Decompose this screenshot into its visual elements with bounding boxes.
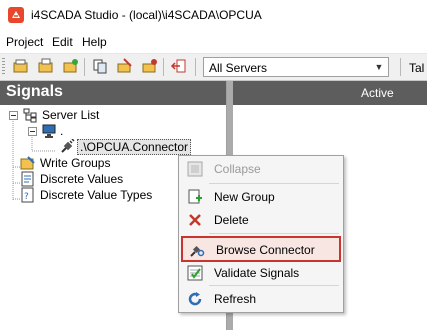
new-project-icon[interactable] (12, 57, 30, 75)
copy-icon[interactable] (91, 57, 109, 75)
menu-separator (209, 183, 339, 184)
app-logo-icon (8, 7, 24, 23)
menu-separator (209, 285, 339, 286)
validate-icon (187, 265, 203, 281)
refresh-icon (188, 292, 202, 306)
toolbar-separator (163, 58, 164, 76)
tree-label-opcua-connector: .\OPCUA.Connector (77, 139, 192, 155)
add-folder-icon[interactable] (62, 57, 80, 75)
menu-item-browse-connector[interactable]: Browse Connector (181, 236, 341, 262)
menu-item-collapse[interactable]: Collapse (181, 158, 341, 180)
tree-node-server-list[interactable]: Server List (0, 107, 226, 123)
open-project-icon[interactable] (37, 57, 55, 75)
discrete-values-icon (21, 171, 34, 187)
delete-folder-icon[interactable] (141, 57, 159, 75)
menu-bar: Project Edit Help (0, 31, 427, 54)
menu-project[interactable]: Project (6, 35, 43, 49)
collapse-tree-toggle[interactable] (9, 111, 18, 120)
signals-panel-title: Signals (6, 83, 63, 100)
toolbar-separator (84, 58, 85, 76)
menu-item-label: Refresh (214, 292, 257, 306)
menu-item-label: Delete (214, 213, 249, 227)
svg-text:?: ? (24, 192, 29, 202)
menu-item-refresh[interactable]: Refresh (181, 288, 341, 310)
computer-icon (42, 124, 56, 138)
menu-item-new-group[interactable]: New Group (181, 186, 341, 208)
tree-label-server-list: Server List (42, 108, 100, 122)
connector-plug-icon (61, 139, 75, 153)
column-header-active[interactable]: Active (361, 86, 394, 100)
toolbar-grip[interactable] (2, 58, 5, 76)
edit-folder-icon[interactable] (116, 57, 134, 75)
server-filter-dropdown[interactable]: All Servers ▼ (203, 57, 389, 77)
tree-node-local-server[interactable]: . (0, 123, 226, 139)
tree-node-opcua-connector[interactable]: .\OPCUA.Connector (0, 139, 226, 155)
tree-label-discrete-values: Discrete Values (40, 172, 124, 186)
menu-separator (209, 233, 339, 234)
server-filter-value: All Servers (209, 61, 268, 75)
delete-icon (189, 214, 201, 226)
collapse-icon (187, 161, 203, 177)
collapse-tree-toggle[interactable] (28, 127, 37, 136)
menu-item-validate-signals[interactable]: Validate Signals (181, 262, 341, 284)
title-bar: i4SCADA Studio - (local)\i4SCADA\OPCUA (0, 0, 427, 31)
toolbar-separator (195, 58, 196, 76)
server-list-icon (23, 108, 37, 123)
menu-item-label: Validate Signals (214, 266, 300, 280)
grid-column-header: Active (233, 81, 427, 105)
toolbar-overflow-label[interactable]: Tal (409, 61, 424, 75)
discrete-value-types-icon: ? (21, 187, 34, 203)
new-group-icon (188, 189, 202, 204)
window-title: i4SCADA Studio - (local)\i4SCADA\OPCUA (31, 8, 262, 22)
chevron-down-icon[interactable]: ▼ (372, 60, 386, 74)
menu-item-label: Collapse (214, 162, 261, 176)
tree-label-local-server: . (60, 124, 64, 138)
browse-connector-icon (190, 245, 205, 257)
menu-item-delete[interactable]: Delete (181, 209, 341, 231)
menu-item-label: New Group (214, 190, 275, 204)
exit-icon[interactable] (170, 57, 188, 75)
tree-label-discrete-value-types: Discrete Value Types (40, 188, 153, 202)
context-menu: Collapse New Group Delete Browse Connect… (178, 155, 344, 313)
toolbar-separator (400, 58, 401, 76)
toolbar: All Servers ▼ Tal (0, 54, 427, 81)
menu-item-label: Browse Connector (216, 243, 315, 257)
tree-label-write-groups: Write Groups (40, 156, 111, 170)
signals-panel-header: Signals (0, 81, 226, 105)
menu-edit[interactable]: Edit (52, 35, 73, 49)
menu-help[interactable]: Help (82, 35, 107, 49)
write-groups-icon (20, 156, 35, 170)
